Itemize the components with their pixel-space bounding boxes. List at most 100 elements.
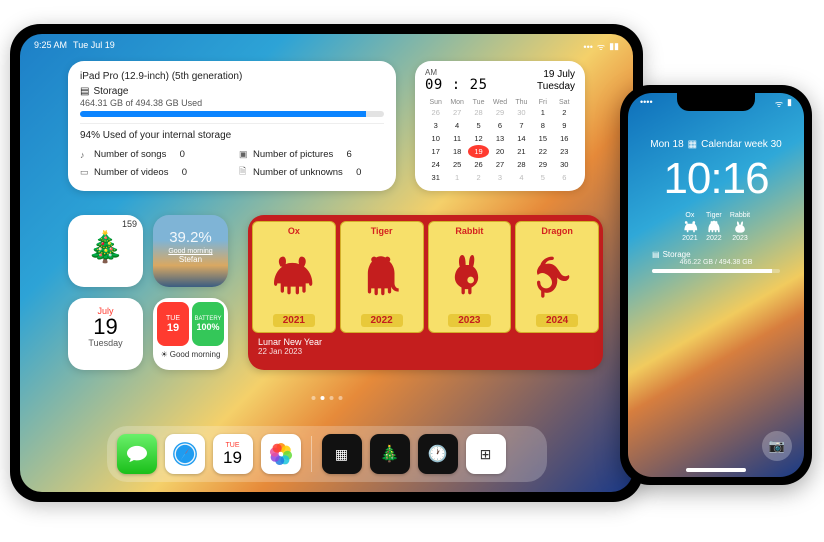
cal-day-cell[interactable]: 28 (468, 106, 489, 119)
calendar-widget[interactable]: AM 09 : 25 19 July Tuesday SunMonTueWedT… (415, 61, 585, 191)
cal-day-cell[interactable]: 31 (425, 171, 446, 184)
video-icon: ▭ (80, 167, 90, 178)
christmas-tree-widget[interactable]: 159 🎄 (68, 215, 143, 287)
countdown-number: 159 (122, 219, 137, 229)
cal-day-cell[interactable]: 28 (511, 158, 532, 171)
zodiac-card-rabbit[interactable]: Rabbit2023 (428, 221, 512, 333)
cal-day-cell[interactable]: 15 (532, 132, 553, 145)
calendar-icon: ▦ (688, 139, 697, 150)
cal-day-cell[interactable]: 6 (554, 171, 575, 184)
cal-day-cell[interactable]: 27 (446, 106, 467, 119)
cal-day-cell[interactable]: 13 (489, 132, 510, 145)
camera-button[interactable]: 📷 (762, 431, 792, 461)
iphone-lock-screen[interactable]: •••• ᯤ▮ Mon 18 ▦ Calendar week 30 10:16 … (628, 93, 804, 477)
ipad-home-screen[interactable]: 9:25 AM Tue Jul 19 ••• ᯤ ▮▮ iPad Pro (12… (20, 34, 633, 492)
cal-day-cell[interactable]: 24 (425, 158, 446, 171)
cal-day-cell[interactable]: 1 (532, 106, 553, 119)
date-widget[interactable]: July 19 Tuesday (68, 298, 143, 370)
cal-day-cell[interactable]: 6 (489, 119, 510, 132)
cal-day-cell[interactable]: 7 (511, 119, 532, 132)
cal-day-cell[interactable]: 3 (425, 119, 446, 132)
cal-day-cell[interactable]: 19 (468, 145, 489, 158)
stat-videos: ▭Number of videos 0 (80, 164, 225, 180)
wifi-icon: ᯤ (775, 97, 783, 110)
app-safari[interactable] (165, 434, 205, 474)
cal-dow-header: Mon (446, 99, 467, 106)
cal-day-cell[interactable]: 23 (554, 145, 575, 158)
cal-day-cell[interactable]: 25 (446, 158, 467, 171)
cal-dow-header: Wed (489, 99, 510, 106)
messages-icon (126, 444, 148, 464)
zodiac-card-tiger[interactable]: Tiger 2022 (340, 221, 424, 333)
cal-day-cell[interactable]: 27 (489, 158, 510, 171)
combo-greeting: Good morning (170, 350, 221, 359)
cal-day-cell[interactable]: 20 (489, 145, 510, 158)
cal-day-cell[interactable]: 4 (511, 171, 532, 184)
zodiac-name: Tiger (371, 226, 393, 236)
mini-date-chip: TUE 19 (157, 302, 189, 346)
cal-day-cell[interactable]: 30 (511, 106, 532, 119)
device-name: iPad Pro (12.9-inch) (5th generation) (80, 71, 384, 82)
storage-widget[interactable]: iPad Pro (12.9-inch) (5th generation) ▤ … (68, 61, 396, 191)
combo-widget[interactable]: TUE 19 BATTERY 100% ☀︎Good morning (153, 298, 228, 370)
dock-recent-app-1[interactable]: ▦ (322, 434, 362, 474)
dock-recent-app-2[interactable]: 🎄 (370, 434, 410, 474)
sunrise-icon: ☀︎ (161, 350, 168, 359)
lunar-date: 22 Jan 2023 (258, 347, 593, 356)
cal-day-cell[interactable]: 11 (446, 132, 467, 145)
lock-zodiac-row: Ox2021Tiger2022Rabbit2023 (628, 212, 804, 242)
zodiac-card-ox[interactable]: Ox 2021 (252, 221, 336, 333)
cal-day-cell[interactable]: 10 (425, 132, 446, 145)
clock-ampm: AM (425, 69, 488, 77)
cal-day-cell[interactable]: 14 (511, 132, 532, 145)
cal-day-cell[interactable]: 5 (468, 119, 489, 132)
home-bar[interactable] (686, 468, 746, 472)
page-indicator[interactable] (311, 396, 342, 400)
cal-day-cell[interactable]: 29 (489, 106, 510, 119)
cal-day-cell[interactable]: 4 (446, 119, 467, 132)
cal-day-cell[interactable]: 21 (511, 145, 532, 158)
zodiac-name: Ox (288, 226, 300, 236)
storage-label: Storage (93, 86, 128, 97)
cal-day-cell[interactable]: 29 (532, 158, 553, 171)
dock-recent-app-4[interactable]: ⊞ (466, 434, 506, 474)
dock-recent-app-3[interactable]: 🕐 (418, 434, 458, 474)
cal-dow-big: Tuesday (537, 81, 575, 93)
cal-day-cell[interactable]: 3 (489, 171, 510, 184)
zodiac-year: 2022 (361, 314, 403, 327)
photos-icon (268, 441, 294, 467)
cal-day-cell[interactable]: 5 (532, 171, 553, 184)
weather-percent: 39.2% (153, 229, 228, 246)
status-date: Tue Jul 19 (73, 40, 115, 53)
cal-day-cell[interactable]: 16 (554, 132, 575, 145)
app-photos[interactable] (261, 434, 301, 474)
clock-icon: 🕐 (428, 444, 448, 464)
cal-day-cell[interactable]: 1 (446, 171, 467, 184)
lunar-new-year-widget[interactable]: Ox2021Tiger2022Rabbit2023Dragon2024 Luna… (248, 215, 603, 370)
storage-bar (80, 111, 384, 117)
cal-day-cell[interactable]: 9 (554, 119, 575, 132)
app-messages[interactable] (117, 434, 157, 474)
cal-day-cell[interactable]: 8 (532, 119, 553, 132)
cal-dow-header: Sat (554, 99, 575, 106)
cal-day-cell[interactable]: 12 (468, 132, 489, 145)
cal-day-cell[interactable]: 26 (468, 158, 489, 171)
cal-day-cell[interactable]: 2 (554, 106, 575, 119)
cal-day-cell[interactable]: 18 (446, 145, 467, 158)
switcher-icon: ⊞ (480, 446, 492, 463)
cal-day-cell[interactable]: 17 (425, 145, 446, 158)
cal-day-cell[interactable]: 26 (425, 106, 446, 119)
zodiac-card-dragon[interactable]: Dragon2024 (515, 221, 599, 333)
cal-dow-header: Thu (511, 99, 532, 106)
lock-zodiac-tiger: Tiger2022 (706, 212, 722, 242)
cal-day-cell[interactable]: 2 (468, 171, 489, 184)
weather-greeting-widget[interactable]: 39.2% Good morning Stefan (153, 215, 228, 287)
app-calendar[interactable]: TUE 19 (213, 434, 253, 474)
dock-separator (311, 436, 312, 472)
dock-cal-day: 19 (223, 449, 242, 466)
cellular-icon: ••• (583, 42, 592, 52)
zodiac-year: 2021 (273, 314, 315, 327)
cal-day-cell[interactable]: 30 (554, 158, 575, 171)
lock-zodiac-ox: Ox2021 (682, 212, 698, 242)
cal-day-cell[interactable]: 22 (532, 145, 553, 158)
